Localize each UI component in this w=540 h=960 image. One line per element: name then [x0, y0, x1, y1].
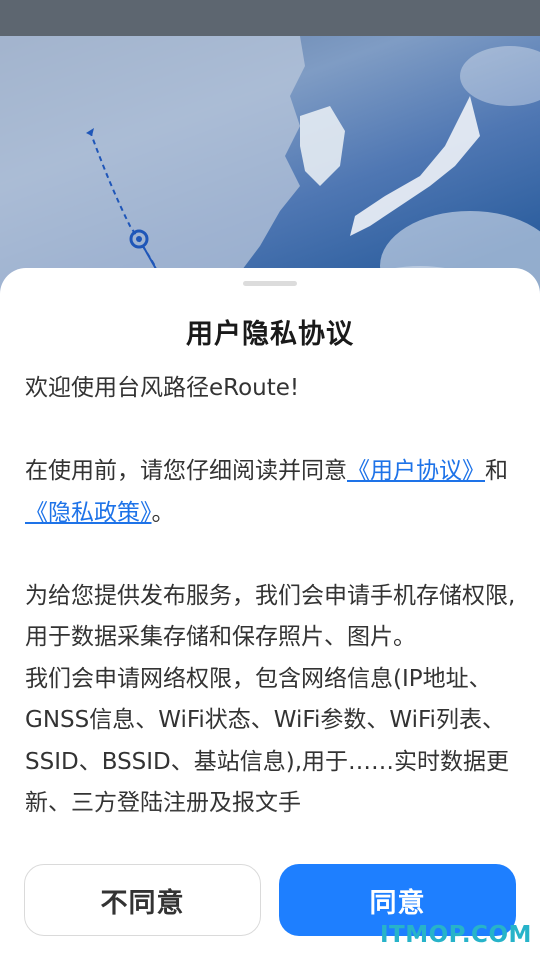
intro-prefix: 在使用前，请您仔细阅读并同意 [25, 458, 347, 484]
drag-handle[interactable] [243, 281, 297, 286]
privacy-policy-link[interactable]: 《隐私政策》 [25, 500, 152, 526]
privacy-agreement-dialog: 用户隐私协议 欢迎使用台风路径eRoute! 在使用前，请您仔细阅读并同意《用户… [0, 268, 540, 960]
agreement-content[interactable]: 欢迎使用台风路径eRoute! 在使用前，请您仔细阅读并同意《用户协议》和《隐私… [25, 368, 517, 834]
storage-permission-text: 为给您提供发布服务，我们会申请手机存储权限, 用于数据采集存储和保存照片、图片。 [25, 582, 516, 651]
intro-paragraph: 在使用前，请您仔细阅读并同意《用户协议》和《隐私政策》。 [25, 451, 517, 534]
and-text: 和 [485, 458, 508, 484]
status-bar [0, 0, 540, 36]
welcome-text: 欢迎使用台风路径eRoute! [25, 375, 300, 401]
watermark: ITMOP.COM [380, 922, 532, 948]
intro-suffix: 。 [151, 499, 175, 526]
content-fade [0, 808, 540, 848]
disagree-button[interactable]: 不同意 [24, 864, 261, 936]
dialog-title: 用户隐私协议 [186, 319, 354, 350]
user-agreement-link[interactable]: 《用户协议》 [347, 458, 485, 484]
network-permission-text: 我们会申请网络权限，包含网络信息(IP地址、GNSS信息、WiFi状态、WiFi… [25, 665, 510, 817]
